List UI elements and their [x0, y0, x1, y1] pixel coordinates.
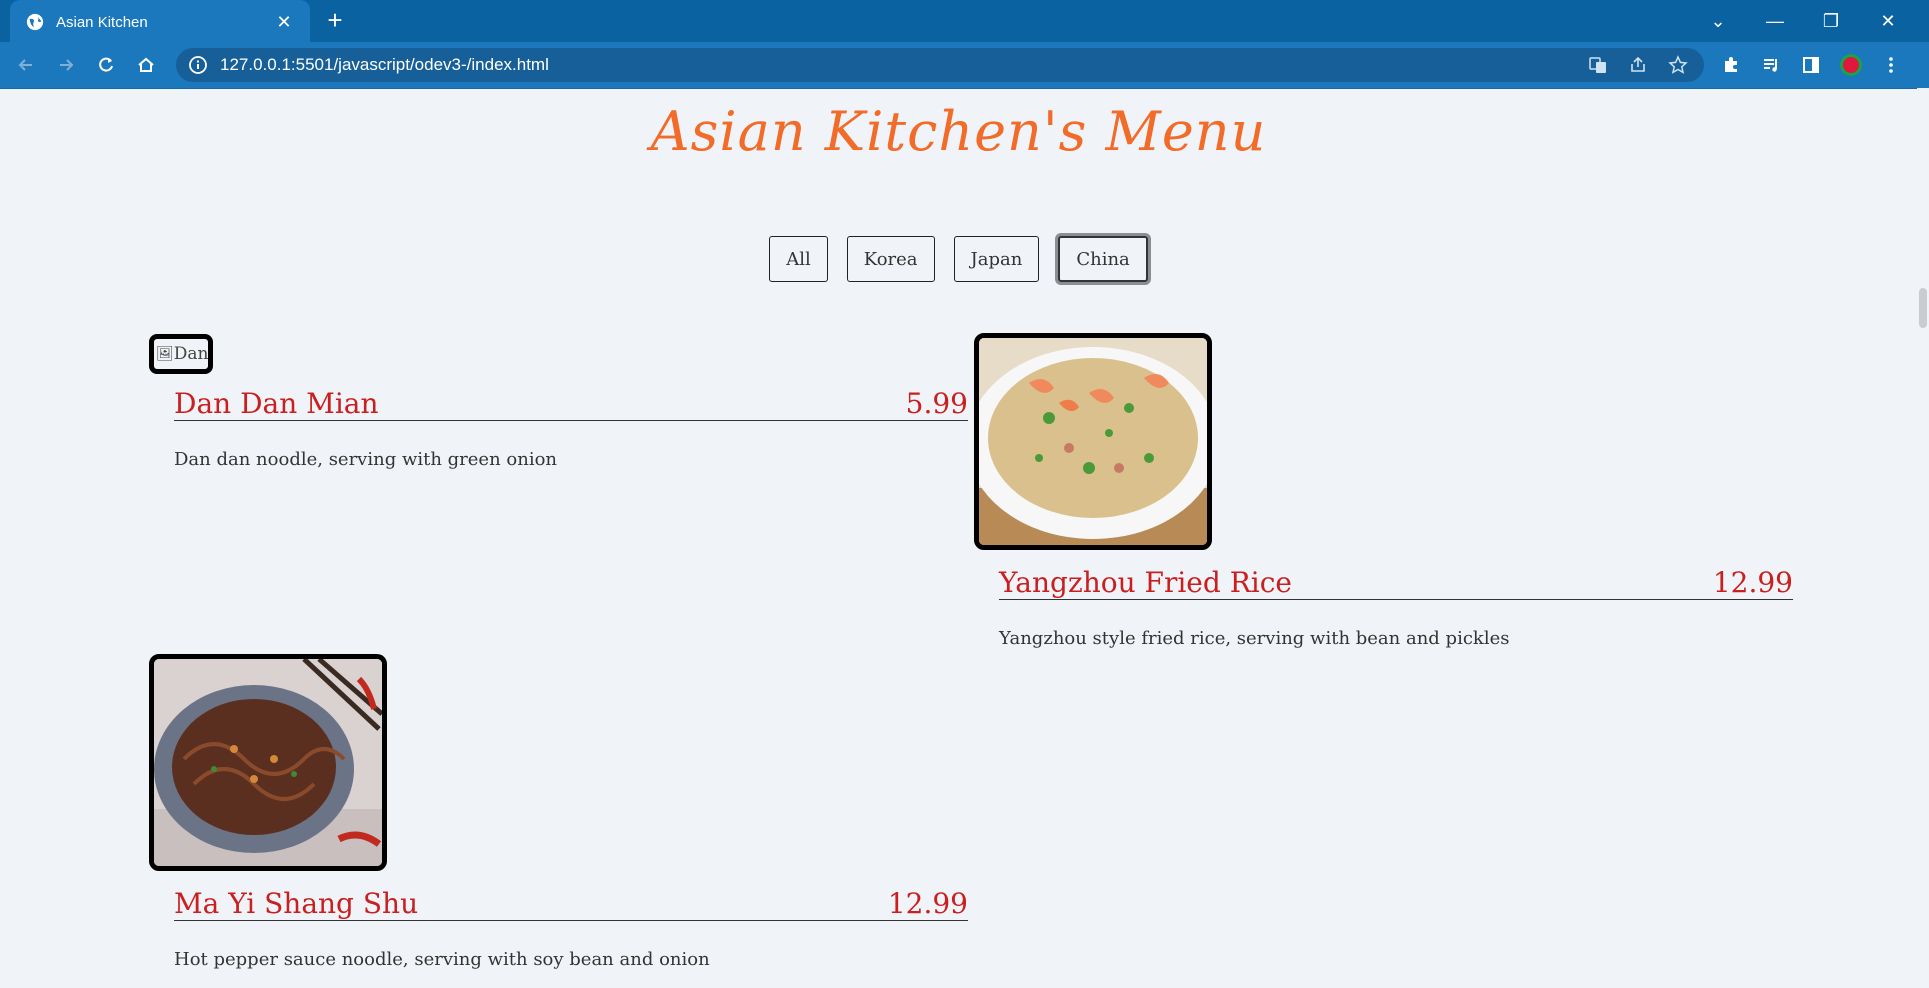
translate-icon[interactable] — [1584, 51, 1612, 79]
menu-item-name: Dan Dan Mian — [174, 387, 379, 420]
category-filter-bar: All Korea Japan China — [0, 236, 1917, 282]
browser-tab[interactable]: Asian Kitchen ✕ — [10, 0, 310, 44]
filter-korea-button[interactable]: Korea — [846, 236, 935, 282]
menu-item-photo — [974, 333, 1212, 550]
extensions-icon[interactable] — [1717, 51, 1745, 79]
menu-item-name: Ma Yi Shang Shu — [174, 887, 419, 920]
menu-item-price: 5.99 — [905, 387, 968, 420]
menu-item-description: Dan dan noodle, serving with green onion — [174, 449, 558, 470]
menu-item-name: Yangzhou Fried Rice — [999, 566, 1292, 599]
site-info-icon[interactable] — [188, 55, 208, 75]
broken-image: 🖼 Dan — [149, 334, 213, 374]
filter-china-button[interactable]: China — [1058, 236, 1148, 282]
home-icon[interactable] — [132, 51, 160, 79]
share-icon[interactable] — [1624, 51, 1652, 79]
tab-title: Asian Kitchen — [56, 13, 148, 31]
scrollbar-thumb[interactable] — [1919, 288, 1927, 328]
menu-kebab-icon[interactable] — [1877, 51, 1905, 79]
menu-item-price: 12.99 — [887, 887, 968, 920]
close-window-icon[interactable]: ✕ — [1860, 0, 1916, 42]
restore-icon[interactable]: ❐ — [1803, 0, 1859, 42]
page-scrollbar[interactable] — [1917, 88, 1929, 988]
profile-avatar-icon[interactable] — [1837, 51, 1865, 79]
menu-item-header: Ma Yi Shang Shu 12.99 — [174, 870, 968, 921]
menu-item-header: Yangzhou Fried Rice 12.99 — [999, 549, 1793, 600]
menu-item-price: 12.99 — [1712, 566, 1793, 599]
bookmark-star-icon[interactable] — [1664, 51, 1692, 79]
url-text: 127.0.0.1:5501/javascript/odev3-/index.h… — [220, 55, 549, 74]
tab-search-icon[interactable]: ⌄ — [1690, 0, 1746, 42]
menu-item-header: Dan Dan Mian 5.99 — [174, 370, 968, 421]
browser-tab-strip: Asian Kitchen ✕ + ⌄ — ❐ ✕ — [0, 0, 1929, 44]
fried-rice-image — [979, 338, 1207, 545]
filter-all-button[interactable]: All — [769, 236, 828, 282]
menu-item-photo — [149, 654, 387, 871]
page-title: Asian Kitchen's Menu — [650, 100, 1267, 163]
minimize-icon[interactable]: — — [1747, 0, 1803, 42]
new-tab-icon[interactable]: + — [322, 7, 348, 34]
noodle-dish-image — [154, 659, 382, 866]
broken-image-icon: 🖼 — [156, 346, 174, 362]
reload-icon[interactable] — [92, 51, 120, 79]
filter-japan-button[interactable]: Japan — [953, 236, 1040, 282]
side-panel-icon[interactable] — [1797, 51, 1825, 79]
media-control-icon[interactable] — [1757, 51, 1785, 79]
forward-icon[interactable] — [52, 51, 80, 79]
image-alt-text: Dan — [173, 344, 209, 364]
menu-item-description: Yangzhou style fried rice, serving with … — [999, 628, 1510, 649]
globe-icon — [26, 13, 44, 31]
menu-item-description: Hot pepper sauce noodle, serving with so… — [174, 949, 710, 970]
browser-toolbar: 127.0.0.1:5501/javascript/odev3-/index.h… — [0, 42, 1929, 89]
address-bar[interactable]: 127.0.0.1:5501/javascript/odev3-/index.h… — [176, 48, 1704, 82]
back-icon[interactable] — [12, 51, 40, 79]
tab-close-icon[interactable]: ✕ — [272, 12, 296, 33]
